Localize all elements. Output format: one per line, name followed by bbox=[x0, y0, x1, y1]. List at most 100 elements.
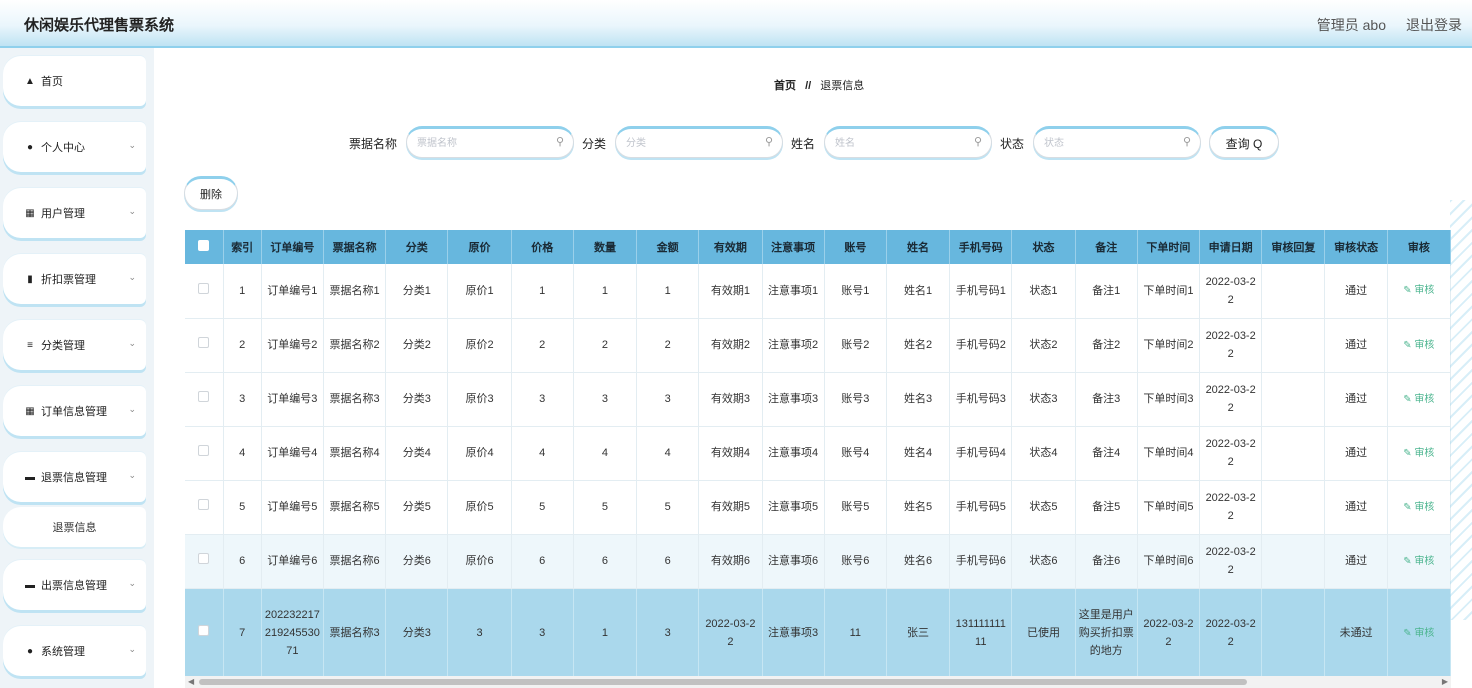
column-header: 审核状态 bbox=[1324, 230, 1388, 264]
table-cell: 4 bbox=[636, 426, 700, 481]
table-cell: 原价2 bbox=[447, 318, 512, 373]
table-cell: 2022-03-22 bbox=[1199, 372, 1263, 427]
sidebar-item-refund-info[interactable]: ▬ 退票信息管理 ⌄ bbox=[3, 452, 146, 502]
query-button[interactable]: 查询 Q bbox=[1209, 126, 1279, 158]
scrollbar-thumb[interactable] bbox=[199, 679, 1247, 685]
table-cell: 有效期3 bbox=[698, 372, 763, 427]
table-cell: 有效期5 bbox=[698, 480, 763, 535]
table-row[interactable]: 2 订单编号2 票据名称2 分类2 原价2 2 2 2 有效期2 注意事项2 账号2 姓名2 手机号码2… bbox=[185, 318, 1451, 373]
row-checkbox[interactable] bbox=[198, 391, 210, 402]
table-cell: 通过 bbox=[1324, 426, 1388, 481]
row-checkbox[interactable] bbox=[198, 625, 210, 637]
logout-link[interactable]: 退出登录 bbox=[1406, 15, 1462, 35]
audit-link[interactable]: ✎ 审核 bbox=[1403, 502, 1434, 513]
sidebar-item-issue-info[interactable]: ▬ 出票信息管理 ⌄ bbox=[3, 560, 146, 610]
sidebar-item-system[interactable]: ● 系统管理 ⌄ bbox=[3, 626, 146, 676]
column-header: 申请日期 bbox=[1199, 230, 1263, 264]
select-all-checkbox[interactable] bbox=[198, 240, 210, 251]
list-icon: ≡ bbox=[27, 339, 33, 351]
sidebar-item-label: 出票信息管理 bbox=[41, 580, 107, 592]
edit-icon: ✎ bbox=[1403, 555, 1415, 567]
sidebar-item-home[interactable]: ▲ 首页 bbox=[3, 56, 146, 106]
table-row[interactable]: 6 订单编号6 票据名称6 分类6 原价6 6 6 6 有效期6 注意事项6 账号6 姓名6 手机号码6… bbox=[185, 534, 1451, 589]
breadcrumb-separator: // bbox=[805, 80, 812, 92]
audit-link[interactable]: ✎ 审核 bbox=[1403, 556, 1434, 567]
sidebar: ▲ 首页 ● 个人中心 ⌄ ▦ 用户管理 ⌄ ▮ 折扣票管理 ⌄ ≡ 分类管理 … bbox=[0, 48, 154, 688]
sidebar-item-personal-center[interactable]: ● 个人中心 ⌄ bbox=[3, 122, 146, 172]
select-all-cell[interactable] bbox=[185, 230, 224, 264]
audit-link[interactable]: ✎ 审核 bbox=[1403, 628, 1434, 639]
row-select-cell[interactable] bbox=[185, 372, 224, 427]
category-input[interactable] bbox=[615, 126, 783, 158]
table-cell: 6 bbox=[636, 534, 700, 589]
app-title: 休闲娱乐代理售票系统 bbox=[24, 17, 175, 34]
table-cell: 4 bbox=[573, 426, 638, 481]
sidebar-item-order-info[interactable]: ▦ 订单信息管理 ⌄ bbox=[3, 386, 146, 436]
table-cell: 7 bbox=[223, 588, 262, 676]
sidebar-item-discount-ticket[interactable]: ▮ 折扣票管理 ⌄ bbox=[3, 254, 146, 304]
sidebar-item-user-management[interactable]: ▦ 用户管理 ⌄ bbox=[3, 188, 146, 238]
table-cell: 1 bbox=[573, 588, 638, 676]
table-cell: 5 bbox=[636, 480, 700, 535]
sidebar-item-category[interactable]: ≡ 分类管理 ⌄ bbox=[3, 320, 146, 370]
audit-link[interactable]: ✎ 审核 bbox=[1403, 394, 1434, 405]
table-cell: 备注1 bbox=[1075, 264, 1138, 319]
table-cell: 13111111111 bbox=[949, 588, 1013, 676]
row-select-cell[interactable] bbox=[185, 480, 224, 535]
table-row[interactable]: 1 订单编号1 票据名称1 分类1 原价1 1 1 1 有效期1 注意事项1 账号1 姓名1 手机号码1… bbox=[185, 264, 1451, 319]
table-cell: 票据名称2 bbox=[323, 318, 387, 373]
breadcrumb-home[interactable]: 首页 bbox=[774, 80, 796, 92]
scroll-right-icon[interactable]: ▶ bbox=[1442, 677, 1448, 686]
table-cell: 2 bbox=[573, 318, 638, 373]
row-select-cell[interactable] bbox=[185, 588, 224, 676]
table-cell: 姓名4 bbox=[886, 426, 951, 481]
row-checkbox[interactable] bbox=[198, 445, 210, 456]
row-checkbox[interactable] bbox=[198, 337, 210, 348]
chevron-down-icon: ⌄ bbox=[128, 404, 136, 414]
table-cell: 手机号码3 bbox=[949, 372, 1013, 427]
table-cell: 订单编号1 bbox=[261, 264, 324, 319]
horizontal-scrollbar[interactable]: ◀ ▶ bbox=[185, 676, 1451, 688]
row-checkbox[interactable] bbox=[198, 553, 210, 564]
table-cell: 账号4 bbox=[824, 426, 887, 481]
table-row[interactable]: 4 订单编号4 票据名称4 分类4 原价4 4 4 4 有效期4 注意事项4 账号4 姓名4 手机号码4… bbox=[185, 426, 1451, 481]
status-input[interactable] bbox=[1033, 126, 1201, 158]
audit-link[interactable]: ✎ 审核 bbox=[1403, 340, 1434, 351]
ticket-name-input[interactable] bbox=[406, 126, 574, 158]
row-select-cell[interactable] bbox=[185, 534, 224, 589]
row-select-cell[interactable] bbox=[185, 426, 224, 481]
table-row[interactable]: 5 订单编号5 票据名称5 分类5 原价5 5 5 5 有效期5 注意事项5 账号5 姓名5 手机号码5… bbox=[185, 480, 1451, 535]
refund-table: 索引 订单编号 票据名称 分类 原价 价格 数量 金额 有效期 注意事项 账号 … bbox=[185, 230, 1451, 676]
edit-icon: ✎ bbox=[1403, 447, 1415, 459]
table-cell: 2022-03-22 bbox=[1199, 264, 1263, 319]
table-row[interactable]: 7 20223221721924553071 票据名称3 分类3 3 3 1 3 2022-03… bbox=[185, 588, 1451, 676]
audit-link[interactable]: ✎ 审核 bbox=[1403, 448, 1434, 459]
table-row[interactable]: 3 订单编号3 票据名称3 分类3 原价3 3 3 3 有效期3 注意事项3 账号3 姓名3 手机号码3… bbox=[185, 372, 1451, 427]
table-cell: 分类2 bbox=[385, 318, 449, 373]
table-cell: 5 bbox=[573, 480, 638, 535]
sidebar-subitem-refund[interactable]: 退票信息 bbox=[3, 507, 146, 547]
table-cell: 已使用 bbox=[1011, 588, 1076, 676]
table-cell: 备注2 bbox=[1075, 318, 1138, 373]
decorative-stripes bbox=[1450, 200, 1472, 620]
scroll-left-icon[interactable]: ◀ bbox=[188, 677, 194, 686]
table-cell bbox=[1261, 264, 1326, 319]
row-select-cell[interactable] bbox=[185, 264, 224, 319]
audit-link[interactable]: ✎ 审核 bbox=[1403, 285, 1434, 296]
table-cell: 下单时间5 bbox=[1137, 480, 1201, 535]
delete-button[interactable]: 删除 bbox=[184, 176, 238, 210]
row-select-cell[interactable] bbox=[185, 318, 224, 373]
table-cell: 原价6 bbox=[447, 534, 512, 589]
edit-icon: ✎ bbox=[1403, 627, 1415, 639]
row-checkbox[interactable] bbox=[198, 499, 210, 510]
table-cell: 2 bbox=[636, 318, 700, 373]
audit-action-cell: ✎ 审核 bbox=[1387, 588, 1451, 676]
table-cell: 1 bbox=[636, 264, 700, 319]
table-cell: 3 bbox=[223, 372, 262, 427]
monitor-icon: ▬ bbox=[25, 471, 35, 483]
table-cell: 张三 bbox=[886, 588, 951, 676]
breadcrumb-current: 退票信息 bbox=[820, 80, 865, 92]
row-checkbox[interactable] bbox=[198, 282, 210, 294]
name-input[interactable] bbox=[824, 126, 992, 158]
column-header: 订单编号 bbox=[261, 230, 324, 264]
